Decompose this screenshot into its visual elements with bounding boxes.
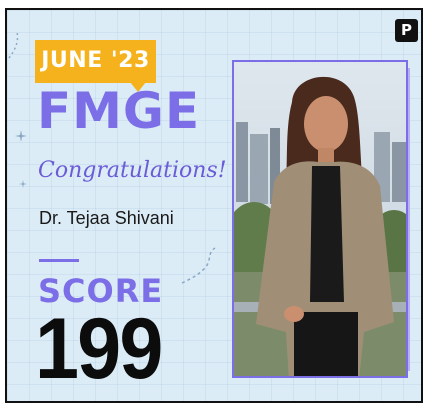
divider xyxy=(39,259,79,262)
portrait-photo xyxy=(232,60,408,378)
squiggle-decoration xyxy=(8,31,19,59)
brand-logo: P xyxy=(395,19,418,42)
exam-title: FMGE xyxy=(37,82,201,140)
congratulations-text: Congratulations! xyxy=(38,158,227,183)
squiggle-decoration xyxy=(181,247,216,284)
star-decoration xyxy=(19,180,27,188)
portrait-illustration xyxy=(234,62,406,376)
star-decoration xyxy=(15,130,27,142)
exam-date-badge: JUNE '23 xyxy=(35,40,156,92)
logo-letter: P xyxy=(401,21,412,39)
score-value: 199 xyxy=(35,301,163,397)
congratulations-card: JUNE '23 FMGE Congratulations! Dr. Tejaa… xyxy=(5,8,423,403)
doctor-name: Dr. Tejaa Shivani xyxy=(39,208,174,228)
badge-text: JUNE '23 xyxy=(41,48,150,73)
